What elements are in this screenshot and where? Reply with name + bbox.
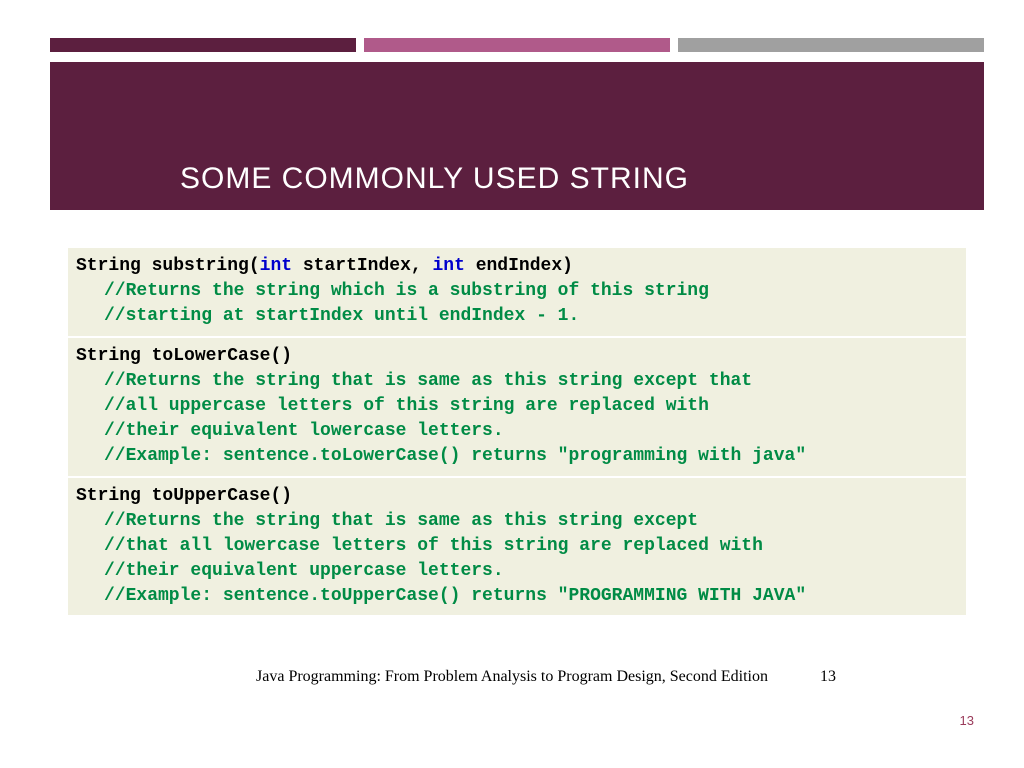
comment-line: //their equivalent uppercase letters. <box>76 559 958 584</box>
method-signature: String toLowerCase() <box>76 344 958 369</box>
footer-book-title: Java Programming: From Problem Analysis … <box>0 668 1024 686</box>
accent-bar-gray <box>678 38 984 52</box>
footer-page-inline: 13 <box>820 668 836 686</box>
comment-line: //their equivalent lowercase letters. <box>76 419 958 444</box>
comment-line: //Returns the string that is same as thi… <box>76 369 958 394</box>
comment-line: //Returns the string that is same as thi… <box>76 509 958 534</box>
comment-line: //starting at startIndex until endIndex … <box>76 304 958 329</box>
slide-title: SOME COMMONLY USED STRING <box>180 162 984 196</box>
comment-line: //Returns the string which is a substrin… <box>76 279 958 304</box>
comment-line: //that all lowercase letters of this str… <box>76 534 958 559</box>
accent-bars <box>50 38 984 52</box>
comment-line: //all uppercase letters of this string a… <box>76 394 958 419</box>
comment-line: //Example: sentence.toLowerCase() return… <box>76 444 958 469</box>
method-substring: String substring(int startIndex, int end… <box>68 248 966 338</box>
method-tolowercase: String toLowerCase() //Returns the strin… <box>68 338 966 478</box>
comment-line: //Example: sentence.toUpperCase() return… <box>76 584 958 609</box>
method-touppercase: String toUpperCase() //Returns the strin… <box>68 478 966 616</box>
method-signature: String toUpperCase() <box>76 484 958 509</box>
title-banner: SOME COMMONLY USED STRING <box>50 62 984 210</box>
accent-bar-pink <box>364 38 670 52</box>
code-listing: String substring(int startIndex, int end… <box>68 248 966 615</box>
page-number-corner: 13 <box>960 713 974 728</box>
accent-bar-dark <box>50 38 356 52</box>
method-signature: String substring(int startIndex, int end… <box>76 254 958 279</box>
